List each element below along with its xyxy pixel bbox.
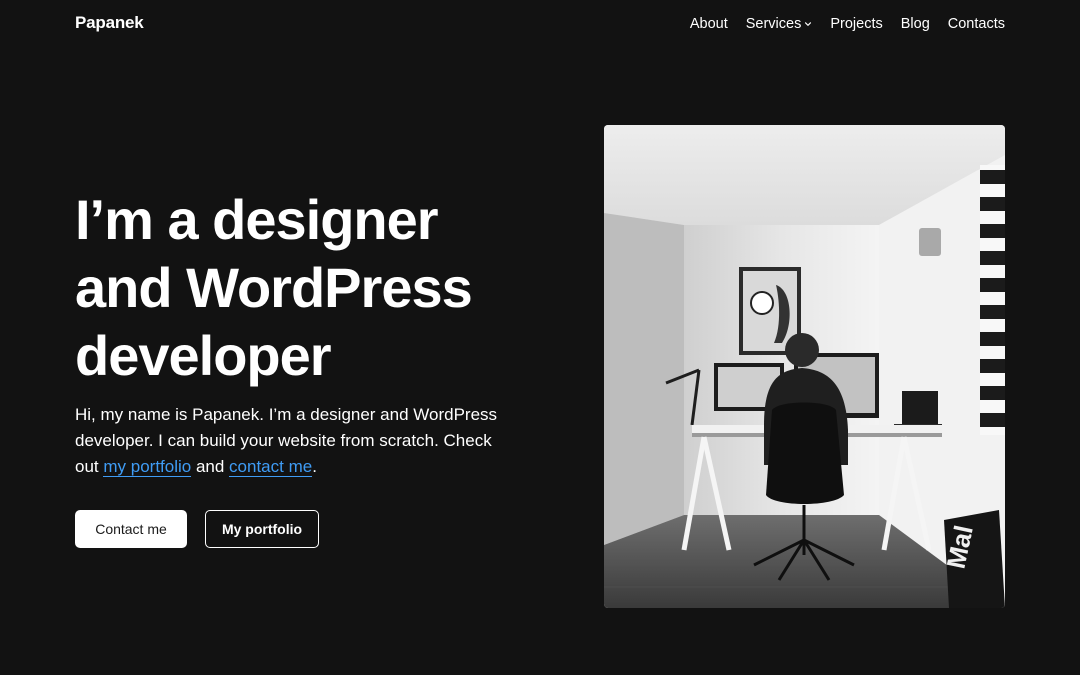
- intro-text-end: .: [312, 457, 317, 476]
- nav-item-projects[interactable]: Projects: [830, 16, 882, 32]
- contact-me-button[interactable]: Contact me: [75, 510, 187, 548]
- hero-title: I’m a designer and WordPress developer: [75, 186, 555, 390]
- hero-title-line: I’m a designer: [75, 188, 439, 251]
- hero-title-line: and WordPress: [75, 256, 473, 319]
- nav-item-services[interactable]: Services: [746, 16, 813, 32]
- hero-intro: Hi, my name is Papanek. I’m a designer a…: [75, 402, 515, 480]
- main-nav: About Services Projects Blog Contacts: [690, 16, 1005, 32]
- site-logo[interactable]: Papanek: [75, 13, 144, 33]
- intro-text-joiner: and: [191, 457, 230, 476]
- nav-item-contacts[interactable]: Contacts: [948, 16, 1005, 32]
- office-photo-illustration: Mal: [604, 125, 1005, 608]
- nav-item-about[interactable]: About: [690, 16, 728, 32]
- page: Papanek About Services Projects Blog Con…: [0, 0, 1080, 675]
- contact-link[interactable]: contact me: [229, 457, 313, 477]
- my-portfolio-button[interactable]: My portfolio: [205, 510, 319, 548]
- nav-item-blog[interactable]: Blog: [901, 16, 930, 32]
- portfolio-link[interactable]: my portfolio: [103, 457, 192, 477]
- hero-photo: Mal: [604, 125, 1005, 608]
- nav-item-services-label: Services: [745, 16, 802, 32]
- hero-title-line: developer: [75, 324, 332, 387]
- chevron-down-icon: [805, 22, 812, 26]
